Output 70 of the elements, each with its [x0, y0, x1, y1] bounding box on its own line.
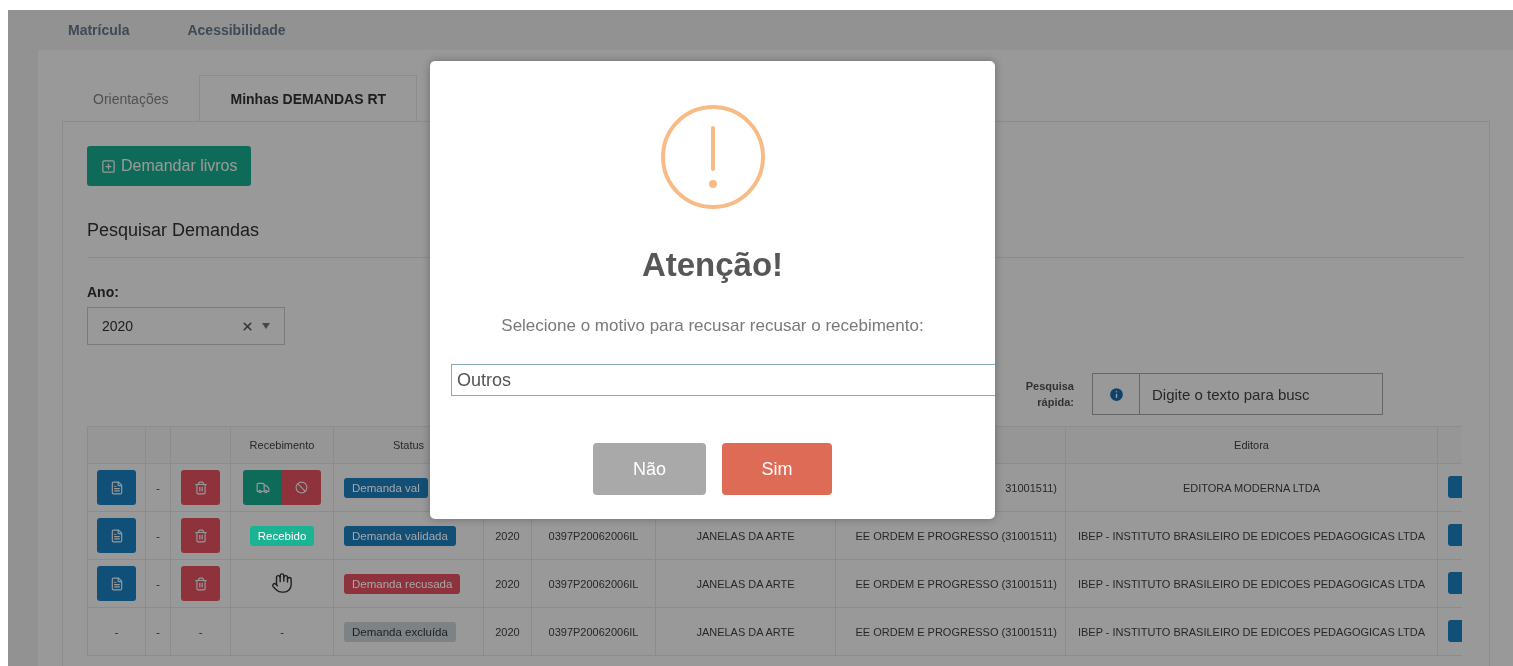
table-cell: EDITORA MODERNA LTDA: [1182, 481, 1321, 494]
info-icon: [1107, 385, 1125, 403]
receipt-badge: Recebido: [249, 525, 315, 546]
table-cell: 31001511): [1005, 481, 1057, 494]
clear-icon[interactable]: [241, 319, 254, 333]
table-cell: IBEP - INSTITUTO BRASILEIRO DE EDICOES PEDAGOGICAS LTDA: [1077, 625, 1426, 638]
trash-icon: [193, 576, 208, 591]
table-cell: -: [156, 529, 160, 542]
table-cell: 2020: [495, 625, 520, 638]
column-header: Recebimento: [230, 426, 334, 464]
action-button[interactable]: [1448, 620, 1462, 642]
caret-icon: [262, 323, 270, 329]
nav-link[interactable]: Matrícula: [68, 22, 130, 38]
table-cell: JANELAS DA ARTE: [696, 577, 795, 590]
reason-field[interactable]: Outros: [451, 364, 995, 396]
table-cell: -: [114, 625, 119, 638]
ban-icon: [295, 481, 308, 494]
table-cell: JANELAS DA ARTE: [696, 625, 795, 638]
table-cell: -: [156, 481, 160, 494]
table-cell: EE ORDEM E PROGRESSO (31001511): [855, 577, 1057, 590]
delete-button[interactable]: [181, 470, 220, 505]
tab[interactable]: Minhas DEMANDAS RT: [199, 75, 418, 121]
warning-icon: [659, 104, 766, 210]
table-cell: -: [198, 625, 203, 638]
status-badge: Demanda val: [344, 477, 428, 498]
nav-link[interactable]: Acessibilidade: [187, 22, 286, 38]
table-cell: -: [156, 625, 160, 638]
search-box[interactable]: Digite o texto para busc: [1092, 373, 1383, 415]
add-books-button[interactable]: Demandar livros: [87, 146, 252, 186]
table-cell: 2020: [495, 577, 520, 590]
truck-icon: [255, 480, 270, 495]
document-icon: [109, 480, 124, 495]
pdf-button[interactable]: [97, 470, 136, 505]
refuse-button[interactable]: [282, 470, 321, 505]
trash-icon: [193, 528, 208, 543]
status-badge: Demanda validada: [344, 525, 456, 546]
year-select[interactable]: 2020: [87, 307, 285, 345]
table-cell: 0397P20062006IL: [548, 529, 639, 542]
dialog-message: Selecione o motivo para recusar recusar o recebimento:: [501, 316, 924, 336]
table-cell: IBEP - INSTITUTO BRASILEIRO DE EDICOES PEDAGOGICAS LTDA: [1077, 577, 1426, 590]
field-label: Ano:: [87, 284, 120, 300]
status-badge: Demanda recusada: [344, 573, 461, 594]
tab[interactable]: Orientações: [62, 75, 200, 121]
pdf-button[interactable]: [97, 566, 136, 601]
hand-icon: [271, 571, 293, 594]
action-button[interactable]: [1448, 476, 1462, 498]
delete-button[interactable]: [181, 566, 220, 601]
status-badge: Demanda excluída: [344, 621, 456, 642]
confirm-button[interactable]: Sim: [722, 443, 832, 495]
table-cell: 2020: [495, 529, 520, 542]
receive-button[interactable]: [243, 470, 282, 505]
table-cell: 0397P20062006IL: [548, 577, 639, 590]
document-icon: [109, 576, 124, 591]
action-button[interactable]: [1448, 572, 1462, 594]
table-cell: EE ORDEM E PROGRESSO (31001511): [855, 625, 1057, 638]
document-icon: [109, 528, 124, 543]
column-header: Editora: [1065, 426, 1438, 464]
plus-icon: [101, 158, 116, 174]
table-cell: -: [156, 577, 160, 590]
table-cell: IBEP - INSTITUTO BRASILEIRO DE EDICOES PEDAGOGICAS LTDA: [1077, 529, 1426, 542]
pdf-button[interactable]: [97, 518, 136, 553]
cancel-button[interactable]: Não: [593, 443, 706, 495]
quick-search-label: Pesquisa rápida:: [1024, 378, 1074, 410]
action-button[interactable]: [1448, 524, 1462, 546]
delete-button[interactable]: [181, 518, 220, 553]
table-cell: -: [280, 625, 284, 638]
table-cell: EE ORDEM E PROGRESSO (31001511): [855, 529, 1057, 542]
trash-icon: [193, 480, 208, 495]
table-cell: 0397P20062006IL: [548, 625, 639, 638]
table-cell: JANELAS DA ARTE: [696, 529, 795, 542]
